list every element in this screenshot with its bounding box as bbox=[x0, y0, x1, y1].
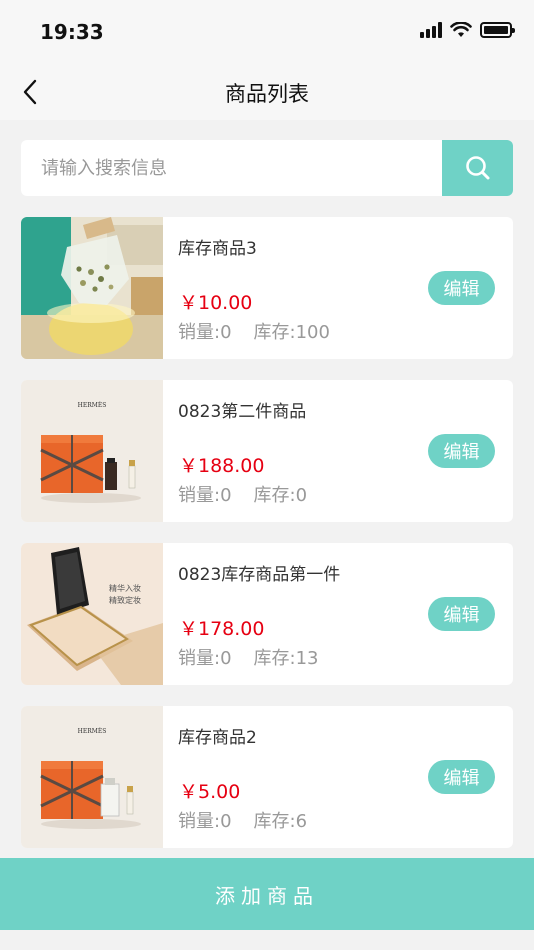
product-sales: 销量:0 bbox=[178, 811, 232, 832]
product-card[interactable]: HERMÈS 库存商品2 ￥5.00 销量:0 库存:6 编辑 bbox=[21, 706, 513, 848]
product-card[interactable]: 精华入妆 精致定妆 0823库存商品第一件 ￥178.00 销量:0 库存:13… bbox=[21, 543, 513, 685]
edit-button[interactable]: 编辑 bbox=[428, 760, 495, 794]
edit-button[interactable]: 编辑 bbox=[428, 597, 495, 631]
product-sales: 销量:0 bbox=[178, 322, 232, 343]
edit-button[interactable]: 编辑 bbox=[428, 271, 495, 305]
product-name: 库存商品2 bbox=[178, 728, 257, 748]
product-image: HERMÈS bbox=[21, 706, 163, 848]
product-name: 库存商品3 bbox=[178, 239, 257, 259]
product-stats: 销量:0 库存:13 bbox=[178, 644, 319, 670]
wifi-icon bbox=[450, 22, 472, 37]
product-stock: 库存:0 bbox=[253, 485, 308, 506]
search-icon bbox=[465, 156, 489, 180]
hermes-gift-box-photo: HERMÈS bbox=[21, 380, 163, 522]
battery-icon bbox=[480, 22, 515, 38]
add-product-button[interactable]: 添加商品 bbox=[0, 858, 534, 930]
product-stats: 销量:0 库存:0 bbox=[178, 481, 307, 507]
product-image: 精华入妆 精致定妆 bbox=[21, 543, 163, 685]
tea-bag-photo bbox=[21, 217, 163, 359]
page-title: 商品列表 bbox=[225, 82, 309, 106]
status-icons bbox=[420, 22, 515, 38]
search-button[interactable] bbox=[442, 140, 513, 196]
product-stats: 销量:0 库存:6 bbox=[178, 807, 307, 833]
product-price: ￥5.00 bbox=[179, 781, 241, 803]
brand-logo-text: HERMÈS bbox=[78, 401, 107, 409]
product-stats: 销量:0 库存:100 bbox=[178, 318, 330, 344]
edit-button[interactable]: 编辑 bbox=[428, 434, 495, 468]
brand-logo-text: HERMÈS bbox=[78, 727, 107, 735]
cellular-signal-icon bbox=[420, 22, 442, 38]
product-stock: 库存:6 bbox=[253, 811, 308, 832]
product-price: ￥10.00 bbox=[179, 292, 253, 314]
product-image bbox=[21, 217, 163, 359]
image-text-line-2: 精致定妆 bbox=[109, 595, 141, 605]
hermes-gift-box-photo: HERMÈS bbox=[21, 706, 163, 848]
product-stock: 库存:100 bbox=[253, 322, 330, 343]
search-bar bbox=[21, 140, 513, 196]
image-text-line-1: 精华入妆 bbox=[109, 583, 141, 593]
product-image: HERMÈS bbox=[21, 380, 163, 522]
status-bar: 19:33 bbox=[0, 0, 534, 64]
product-name: 0823库存商品第一件 bbox=[178, 565, 341, 585]
compact-powder-photo: 精华入妆 精致定妆 bbox=[21, 543, 163, 685]
home-indicator-area bbox=[0, 930, 534, 950]
product-sales: 销量:0 bbox=[178, 648, 232, 669]
search-input[interactable] bbox=[21, 140, 442, 196]
status-time: 19:33 bbox=[40, 20, 104, 44]
navigation-bar: 商品列表 bbox=[0, 64, 534, 120]
product-price: ￥178.00 bbox=[179, 618, 265, 640]
product-list: 库存商品3 ￥10.00 销量:0 库存:100 编辑 HERMÈS 0823第… bbox=[21, 217, 513, 869]
product-card[interactable]: 库存商品3 ￥10.00 销量:0 库存:100 编辑 bbox=[21, 217, 513, 359]
product-sales: 销量:0 bbox=[178, 485, 232, 506]
product-card[interactable]: HERMÈS 0823第二件商品 ￥188.00 销量:0 库存:0 编辑 bbox=[21, 380, 513, 522]
product-price: ￥188.00 bbox=[179, 455, 265, 477]
product-stock: 库存:13 bbox=[253, 648, 319, 669]
product-name: 0823第二件商品 bbox=[178, 402, 307, 422]
